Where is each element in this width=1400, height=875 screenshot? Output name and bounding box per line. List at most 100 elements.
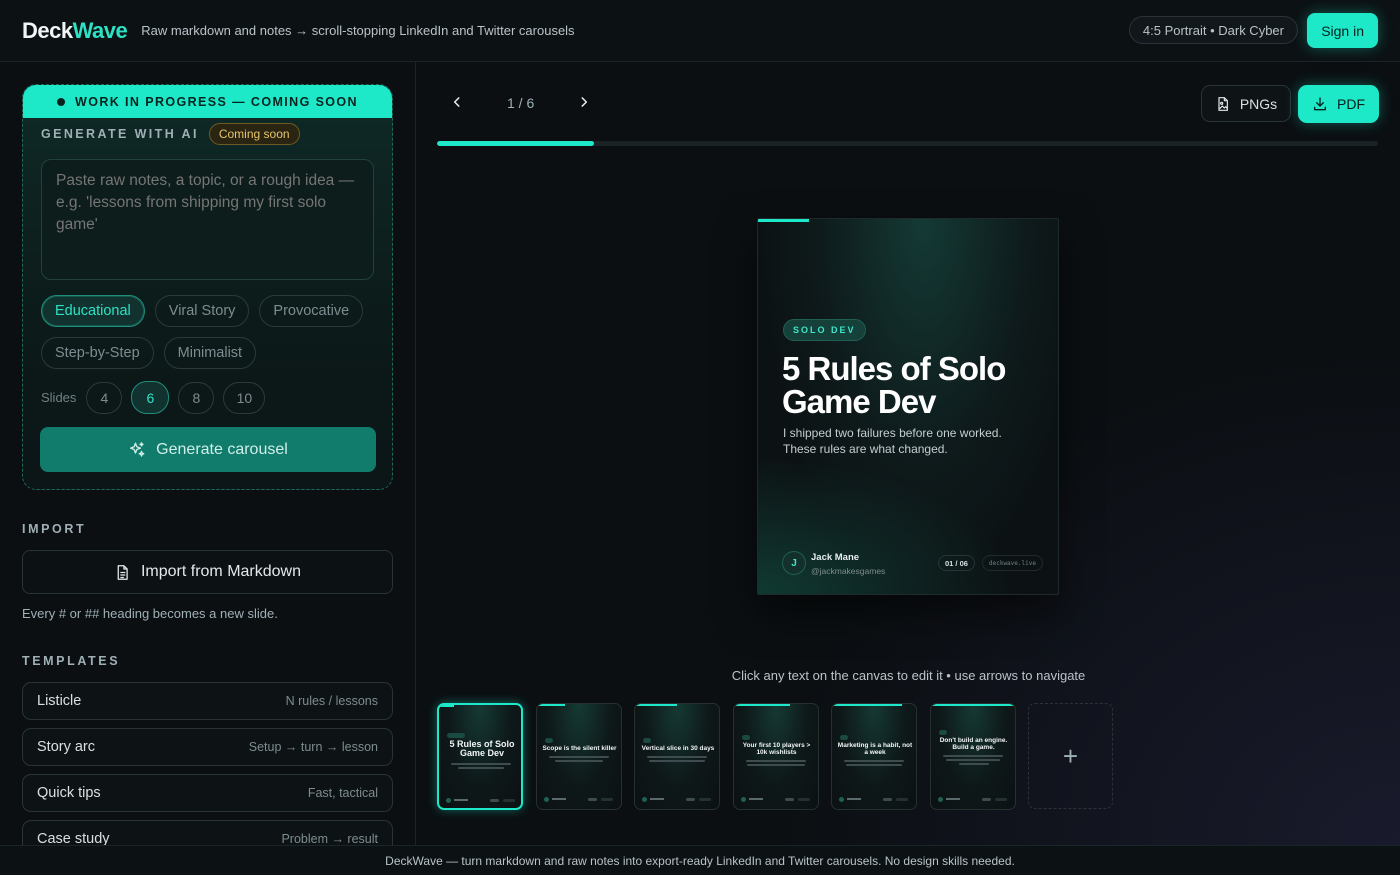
template-name: Story arc bbox=[37, 739, 96, 755]
thumb-text-line bbox=[844, 760, 904, 762]
thumb-text-line bbox=[746, 764, 805, 766]
thumb-counter bbox=[784, 798, 794, 801]
slide-canvas[interactable]: SOLO DEV 5 Rules of Solo Game Dev I ship… bbox=[757, 218, 1059, 595]
template-desc: Problem → result bbox=[281, 832, 378, 845]
thumb-title: 5 Rules of Solo Game Dev bbox=[449, 739, 515, 758]
generate-carousel-button[interactable]: Generate carousel bbox=[40, 427, 376, 472]
slide-subtitle[interactable]: I shipped two failures before one worked… bbox=[783, 426, 1033, 457]
template-list: Listicle N rules / lessons Story arc Set… bbox=[22, 682, 393, 845]
thumb-accent bbox=[439, 705, 454, 707]
import-section-title: IMPORT bbox=[22, 522, 87, 536]
slide-author-name[interactable]: Jack Mane bbox=[811, 552, 859, 563]
export-pdf-label: PDF bbox=[1337, 96, 1365, 112]
generate-header: GENERATE WITH AI Coming soon bbox=[41, 123, 300, 145]
slide-title[interactable]: 5 Rules of Solo Game Dev bbox=[782, 352, 1042, 418]
thumb-counter bbox=[587, 798, 597, 801]
thumb-text-line bbox=[649, 760, 705, 762]
tone-chip-group: Educational Viral Story Provocative Step… bbox=[41, 295, 381, 369]
template-quick-tips[interactable]: Quick tips Fast, tactical bbox=[22, 774, 393, 812]
template-name: Listicle bbox=[37, 693, 82, 709]
export-pdf-button[interactable]: PDF bbox=[1298, 85, 1379, 123]
thumb-author bbox=[551, 798, 566, 800]
ai-generate-card: WORK IN PROGRESS — COMING SOON GENERATE … bbox=[22, 84, 393, 490]
thumb-text-line bbox=[958, 763, 989, 765]
template-case-study[interactable]: Case study Problem → result bbox=[22, 820, 393, 845]
thumb-text-line bbox=[846, 764, 902, 766]
slide-thumbnail-3[interactable]: Vertical slice in 30 days bbox=[634, 703, 720, 810]
slide-author-handle[interactable]: @jackmakesgames bbox=[811, 566, 885, 576]
slide-thumbnail-1[interactable]: 5 Rules of Solo Game Dev bbox=[437, 703, 523, 810]
template-name: Case study bbox=[37, 831, 110, 845]
prev-slide-button[interactable] bbox=[445, 90, 469, 114]
thumb-site bbox=[797, 798, 810, 801]
slide-thumbnail-4[interactable]: Your first 10 players > 10k wishlists bbox=[732, 703, 819, 810]
import-markdown-label: Import from Markdown bbox=[140, 563, 302, 580]
thumb-author bbox=[945, 798, 960, 800]
thumb-text-line bbox=[942, 755, 1003, 757]
tone-chip-minimalist[interactable]: Minimalist bbox=[163, 337, 257, 369]
avatar: J bbox=[782, 551, 806, 575]
slide-progress-fill bbox=[437, 141, 594, 146]
thumb-accent bbox=[733, 704, 790, 706]
thumb-tag bbox=[643, 738, 651, 743]
thumb-tag bbox=[840, 735, 848, 740]
thumb-author bbox=[847, 798, 861, 800]
slide-counter: 01 / 06 bbox=[938, 555, 975, 571]
thumb-accent bbox=[930, 704, 1015, 706]
thumb-author bbox=[454, 799, 468, 801]
tone-chip-step-by-step[interactable]: Step-by-Step bbox=[41, 337, 154, 369]
thumb-tag bbox=[447, 733, 465, 738]
app-footer: DeckWave — turn markdown and raw notes i… bbox=[0, 845, 1400, 875]
status-dot-icon bbox=[57, 97, 65, 106]
next-slide-button[interactable] bbox=[572, 90, 596, 114]
thumb-author bbox=[650, 798, 664, 800]
wip-banner-text: WORK IN PROGRESS — COMING SOON bbox=[75, 94, 358, 109]
slide-count-4[interactable]: 4 bbox=[86, 381, 123, 414]
logo-text-deck: Deck bbox=[22, 17, 73, 43]
chevron-left-icon bbox=[453, 97, 460, 107]
templates-section-title: TEMPLATES bbox=[22, 654, 121, 668]
tone-chip-educational[interactable]: Educational bbox=[41, 295, 145, 327]
thumb-site bbox=[896, 798, 908, 801]
thumb-accent bbox=[635, 704, 677, 706]
format-selector[interactable]: 4:5 Portrait • Dark Cyber bbox=[1128, 16, 1298, 44]
wip-banner: WORK IN PROGRESS — COMING SOON bbox=[23, 85, 392, 118]
slide-count-8[interactable]: 8 bbox=[178, 381, 215, 414]
app-logo[interactable]: DeckWave bbox=[22, 17, 128, 44]
slide-thumbnail-2[interactable]: Scope is the silent killer bbox=[535, 703, 622, 810]
template-story-arc[interactable]: Story arc Setup → turn → lesson bbox=[22, 728, 393, 766]
edit-hint: Click any text on the canvas to edit it … bbox=[731, 668, 1086, 683]
export-png-label: PNGs bbox=[1239, 95, 1278, 112]
import-markdown-button[interactable]: Import from Markdown bbox=[22, 550, 393, 594]
sidebar: WORK IN PROGRESS — COMING SOON GENERATE … bbox=[0, 62, 416, 845]
thumb-text-line bbox=[945, 759, 1000, 761]
logo-text-wave: Wave bbox=[72, 17, 128, 43]
slide-count-10[interactable]: 10 bbox=[223, 381, 266, 414]
slide-thumbnail-6[interactable]: Don't build an engine. Build a game. bbox=[929, 703, 1016, 810]
sign-in-button[interactable]: Sign in bbox=[1307, 13, 1378, 48]
slide-tag[interactable]: SOLO DEV bbox=[783, 319, 866, 341]
tone-chip-provocative[interactable]: Provocative bbox=[259, 295, 364, 327]
slide-progress-accent bbox=[758, 219, 809, 222]
template-desc: N rules / lessons bbox=[285, 694, 378, 708]
slide-site-badge: deckwave.live bbox=[982, 555, 1043, 571]
plus-icon: + bbox=[1062, 740, 1079, 771]
image-file-icon bbox=[1218, 96, 1228, 111]
thumb-counter bbox=[981, 798, 991, 801]
slide-thumbnail-5[interactable]: Marketing is a habit, not a week bbox=[831, 703, 917, 810]
thumb-avatar bbox=[642, 797, 647, 802]
thumb-avatar bbox=[937, 797, 943, 802]
add-slide-button[interactable]: + bbox=[1028, 703, 1113, 809]
thumb-title: Don't build an engine. Build a game. bbox=[939, 737, 1008, 751]
thumb-text-line bbox=[548, 756, 609, 758]
slide-progress-bar bbox=[437, 141, 1378, 146]
sparkles-icon bbox=[130, 441, 145, 457]
tone-chip-viral-story[interactable]: Viral Story bbox=[154, 295, 250, 327]
template-listicle[interactable]: Listicle N rules / lessons bbox=[22, 682, 393, 720]
ai-prompt-input[interactable] bbox=[41, 159, 374, 280]
export-png-button[interactable]: PNGs bbox=[1201, 85, 1291, 122]
thumb-text-line bbox=[554, 760, 603, 762]
page-indicator: 1 / 6 bbox=[507, 95, 535, 111]
slide-count-6[interactable]: 6 bbox=[131, 381, 170, 414]
workspace: 1 / 6 PNGs PDF SOLO DEV 5 Rules of Solo … bbox=[417, 62, 1400, 845]
